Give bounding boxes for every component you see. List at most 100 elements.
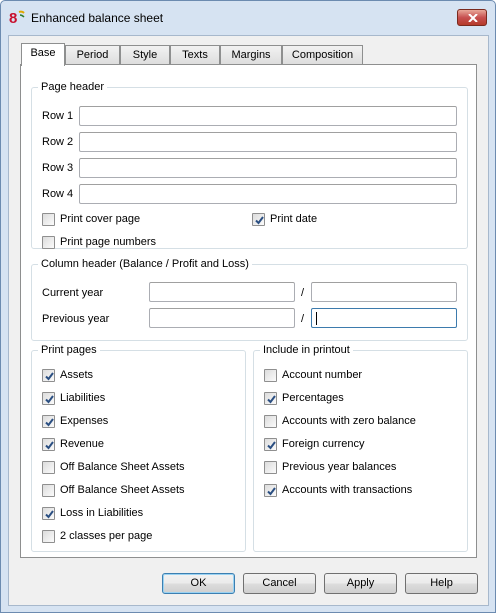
include-in-printout-group: Include in printout Account number Percen…	[253, 344, 468, 552]
include-item-checkbox[interactable]: Foreign currency	[264, 437, 365, 451]
include-item-label: Account number	[282, 369, 363, 381]
print-page-item-label: Expenses	[60, 415, 109, 427]
previous-year-input-2[interactable]	[311, 308, 457, 328]
window-title: Enhanced balance sheet	[31, 11, 164, 25]
check-icon	[45, 417, 54, 427]
checkbox-box[interactable]	[42, 483, 55, 497]
include-item-checkbox[interactable]: Percentages	[264, 391, 344, 405]
print-page-numbers-label: Print page numbers	[60, 236, 156, 248]
checkbox-box[interactable]	[42, 368, 55, 382]
checkbox-box[interactable]	[264, 414, 277, 428]
include-item-checkbox[interactable]: Account number	[264, 368, 362, 382]
print-page-item-checkbox[interactable]: Off Balance Sheet Assets	[42, 483, 185, 497]
checkbox-box[interactable]	[42, 391, 55, 405]
check-icon	[267, 440, 276, 450]
tab-style[interactable]: Style	[120, 45, 170, 65]
checkbox-box[interactable]	[42, 460, 55, 474]
checkbox-box[interactable]	[42, 437, 55, 451]
checkbox-box[interactable]	[252, 212, 265, 226]
include-item-label: Percentages	[282, 392, 344, 404]
check-icon	[255, 215, 264, 225]
include-item-checkbox[interactable]: Accounts with transactions	[264, 483, 412, 497]
help-button[interactable]: Help	[405, 573, 478, 594]
text-caret	[316, 312, 317, 325]
include-item-label: Foreign currency	[282, 438, 365, 450]
print-page-item-label: Off Balance Sheet Assets	[60, 461, 185, 473]
current-year-input-2[interactable]	[311, 282, 457, 302]
check-icon	[267, 486, 276, 496]
include-item-checkbox[interactable]: Previous year balances	[264, 460, 396, 474]
svg-text:8: 8	[9, 10, 17, 25]
row-1-input[interactable]	[79, 106, 457, 126]
include-item-label: Previous year balances	[282, 461, 397, 473]
row-2-label: Row 2	[42, 136, 74, 148]
tab-base[interactable]: Base	[21, 43, 65, 66]
current-year-input-1[interactable]	[149, 282, 295, 302]
row-2-input[interactable]	[79, 132, 457, 152]
print-page-item-checkbox[interactable]: Revenue	[42, 437, 104, 451]
checkbox-box[interactable]	[264, 368, 277, 382]
print-page-item-label: Revenue	[60, 438, 105, 450]
tab-panel-base: Page header Row 1 Row 2 Row 3 Row 4 Prin…	[20, 64, 477, 558]
dialog-window: 8 Enhanced balance sheet Base Period Sty…	[0, 0, 496, 613]
row-1-label: Row 1	[42, 110, 74, 122]
ok-button[interactable]: OK	[162, 573, 235, 594]
title-bar[interactable]: 8 Enhanced balance sheet	[1, 1, 495, 31]
check-icon	[45, 394, 54, 404]
print-cover-page-label: Print cover page	[60, 213, 141, 225]
checkbox-box[interactable]	[264, 483, 277, 497]
page-header-group: Page header Row 1 Row 2 Row 3 Row 4 Prin…	[31, 81, 468, 249]
print-page-item-label: 2 classes per page	[60, 530, 153, 542]
print-page-item-checkbox[interactable]: Loss in Liabilities	[42, 506, 143, 520]
checkbox-box[interactable]	[42, 212, 55, 226]
checkbox-box[interactable]	[264, 460, 277, 474]
print-date-label: Print date	[270, 213, 318, 225]
include-item-checkbox[interactable]: Accounts with zero balance	[264, 414, 416, 428]
print-cover-page-checkbox[interactable]: Print cover page	[42, 212, 140, 226]
close-icon	[468, 14, 478, 22]
tab-composition[interactable]: Composition	[282, 45, 363, 65]
row-3-label: Row 3	[42, 162, 74, 174]
checkbox-box[interactable]	[264, 391, 277, 405]
check-icon	[267, 394, 276, 404]
row-4-input[interactable]	[79, 184, 457, 204]
checkbox-box[interactable]	[42, 235, 55, 249]
tab-margins[interactable]: Margins	[220, 45, 282, 65]
print-page-item-checkbox[interactable]: Expenses	[42, 414, 108, 428]
current-year-label: Current year	[42, 287, 104, 299]
banana-app-icon: 8	[9, 9, 27, 27]
print-page-item-label: Off Balance Sheet Assets	[60, 484, 185, 496]
print-pages-group: Print pages Assets Liabilities Expenses Rev…	[31, 344, 246, 552]
print-page-item-checkbox[interactable]: Liabilities	[42, 391, 105, 405]
apply-button[interactable]: Apply	[324, 573, 397, 594]
current-year-separator: /	[301, 287, 305, 299]
print-page-item-label: Loss in Liabilities	[60, 507, 144, 519]
check-icon	[45, 371, 54, 381]
checkbox-box[interactable]	[264, 437, 277, 451]
print-date-checkbox[interactable]: Print date	[252, 212, 317, 226]
row-4-label: Row 4	[42, 188, 74, 200]
previous-year-input-1[interactable]	[149, 308, 295, 328]
tab-period[interactable]: Period	[65, 45, 120, 65]
checkbox-box[interactable]	[42, 414, 55, 428]
print-page-item-label: Assets	[60, 369, 94, 381]
include-item-label: Accounts with transactions	[282, 484, 413, 496]
column-header-title: Column header (Balance / Profit and Loss…	[38, 258, 252, 270]
include-item-label: Accounts with zero balance	[282, 415, 416, 427]
check-icon	[45, 440, 54, 450]
print-pages-title: Print pages	[38, 344, 100, 356]
include-in-printout-title: Include in printout	[260, 344, 353, 356]
close-button[interactable]	[457, 9, 487, 26]
print-page-item-checkbox[interactable]: Off Balance Sheet Assets	[42, 460, 185, 474]
print-page-numbers-checkbox[interactable]: Print page numbers	[42, 235, 156, 249]
print-page-item-checkbox[interactable]: Assets	[42, 368, 93, 382]
print-page-item-checkbox[interactable]: 2 classes per page	[42, 529, 152, 543]
print-page-item-label: Liabilities	[60, 392, 106, 404]
previous-year-separator: /	[301, 313, 305, 325]
check-icon	[45, 509, 54, 519]
cancel-button[interactable]: Cancel	[243, 573, 316, 594]
checkbox-box[interactable]	[42, 506, 55, 520]
checkbox-box[interactable]	[42, 529, 55, 543]
tab-texts[interactable]: Texts	[170, 45, 220, 65]
row-3-input[interactable]	[79, 158, 457, 178]
